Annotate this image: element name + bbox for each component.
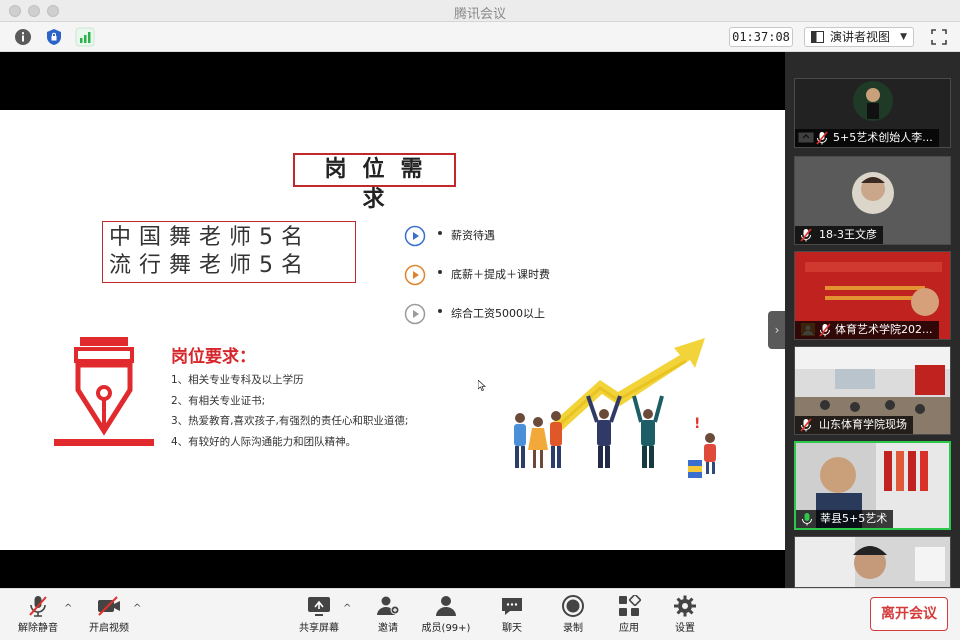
participant-tile[interactable]: 体育艺术学院202...: [794, 251, 951, 340]
window-title: 腾讯会议: [453, 7, 506, 22]
leave-meeting-button[interactable]: 离开会议: [870, 597, 948, 631]
bullet-dot: [438, 270, 442, 274]
svg-text:!: !: [694, 416, 700, 432]
record-button[interactable]: 录制: [545, 595, 601, 639]
play-circle-icon: [404, 264, 426, 286]
invite-label: 邀请: [378, 623, 398, 634]
team-growth-illustration: !: [514, 338, 716, 478]
chat-icon: [502, 598, 522, 615]
meeting-timer: 01:37:08: [729, 27, 793, 47]
members-button[interactable]: 成员(99+): [418, 595, 474, 639]
view-mode-select[interactable]: 演讲者视图 ▼: [804, 27, 914, 47]
mouse-cursor-icon: [478, 380, 486, 391]
add-user-icon: [377, 596, 400, 615]
participant-tile[interactable]: 山东体育学院现场: [794, 346, 951, 435]
chevron-right-icon: ›: [774, 323, 780, 337]
video-off-icon: [98, 596, 120, 616]
speaker-view-icon: [811, 31, 824, 43]
collapse-panel-button[interactable]: ›: [768, 311, 786, 349]
mic-active-icon: [802, 513, 812, 526]
participant-tile[interactable]: 18-3王文彦: [794, 156, 951, 245]
presentation-slide: 岗位需求 中国舞老师5名 流行舞老师5名 薪资待遇 底薪＋提成＋课时费 综合工资…: [0, 110, 785, 550]
requirements-title: 岗位要求：: [171, 347, 256, 367]
requirement-item: 4、有较好的人际沟通能力和团队精神。: [171, 436, 357, 448]
unmute-label: 解除静音: [18, 623, 58, 634]
network-signal-icon[interactable]: [75, 27, 95, 47]
play-circle-icon: [404, 225, 426, 247]
record-label: 录制: [563, 623, 583, 634]
mic-muted-icon: [800, 228, 812, 242]
chevron-up-icon[interactable]: ^: [133, 603, 141, 614]
security-shield-icon[interactable]: [44, 27, 64, 47]
info-icon[interactable]: [13, 27, 33, 47]
chat-label: 聊天: [502, 623, 522, 634]
chevron-up-icon[interactable]: ^: [343, 603, 351, 614]
meeting-controls-bar: 解除静音 ^ 开启视频 ^ 共享屏幕 ^ 邀请 成员(99+) 聊天 录制 应用…: [0, 588, 960, 640]
unmute-button[interactable]: 解除静音: [10, 595, 66, 639]
requirement-item: 1、相关专业专科及以上学历: [171, 374, 304, 386]
participant-tile-active-speaker[interactable]: 莘县5+5艺术: [794, 441, 951, 530]
benefit-text: 薪资待遇: [451, 229, 495, 242]
shared-screen-area: 岗位需求 中国舞老师5名 流行舞老师5名 薪资待遇 底薪＋提成＋课时费 综合工资…: [0, 52, 785, 588]
teacher-position-line: 流行舞老师5名: [109, 253, 311, 278]
share-screen-button[interactable]: 共享屏幕: [291, 595, 347, 639]
apps-button[interactable]: 应用: [601, 595, 657, 639]
bullet-dot: [438, 309, 442, 313]
share-screen-icon: [308, 597, 330, 616]
title-bar: 腾讯会议: [0, 0, 960, 22]
share-screen-label: 共享屏幕: [299, 623, 339, 634]
requirement-item: 3、热爱教育,喜欢孩子,有强烈的责任心和职业道德;: [171, 415, 409, 427]
chevron-down-icon: ▼: [900, 32, 907, 42]
start-video-label: 开启视频: [89, 623, 129, 634]
top-toolbar: 01:37:08 演讲者视图 ▼: [0, 22, 960, 52]
participant-name: 体育艺术学院202...: [795, 321, 939, 339]
bullet-dot: [438, 231, 442, 235]
participant-video-panel: 5+5艺术创始人李... 18-3王文彦 体育艺术学院202... 山东体育学院…: [785, 52, 960, 588]
members-icon: [436, 596, 456, 616]
slide-title: 岗位需求: [293, 153, 456, 212]
participant-name: 山东体育学院现场: [795, 416, 913, 434]
fountain-pen-icon: [54, 337, 154, 446]
record-icon: [562, 595, 584, 617]
benefit-text: 综合工资5000以上: [451, 307, 545, 320]
requirement-item: 2、有相关专业证书;: [171, 395, 266, 407]
teacher-position-line: 中国舞老师5名: [109, 225, 311, 250]
play-circle-icon: [404, 303, 426, 325]
meeting-window: 腾讯会议 01:37:08 演讲者视图 ▼ 岗位需求 中国舞老师5名 流行舞老师…: [0, 0, 960, 640]
fullscreen-icon[interactable]: [930, 28, 948, 46]
chevron-up-icon[interactable]: ^: [64, 603, 72, 614]
participant-tile[interactable]: [794, 536, 951, 588]
mic-muted-icon: [800, 418, 812, 432]
benefit-text: 底薪＋提成＋课时费: [451, 268, 550, 281]
mic-muted-icon: [816, 131, 828, 145]
participant-video: [795, 537, 950, 587]
view-mode-label: 演讲者视图: [830, 30, 891, 44]
apps-grid-icon: [619, 595, 641, 616]
chat-button[interactable]: 聊天: [484, 595, 540, 639]
mic-muted-icon: [29, 596, 47, 617]
invite-button[interactable]: 邀请: [360, 595, 416, 639]
gear-icon: [674, 595, 696, 617]
members-label: 成员(99+): [421, 623, 471, 634]
settings-label: 设置: [675, 623, 695, 634]
participant-tile[interactable]: 5+5艺术创始人李...: [794, 78, 951, 148]
apps-label: 应用: [619, 623, 639, 634]
settings-button[interactable]: 设置: [657, 595, 713, 639]
teacher-positions-box: 中国舞老师5名 流行舞老师5名: [102, 221, 356, 283]
mic-muted-icon: [819, 323, 831, 337]
start-video-button[interactable]: 开启视频: [81, 595, 137, 639]
